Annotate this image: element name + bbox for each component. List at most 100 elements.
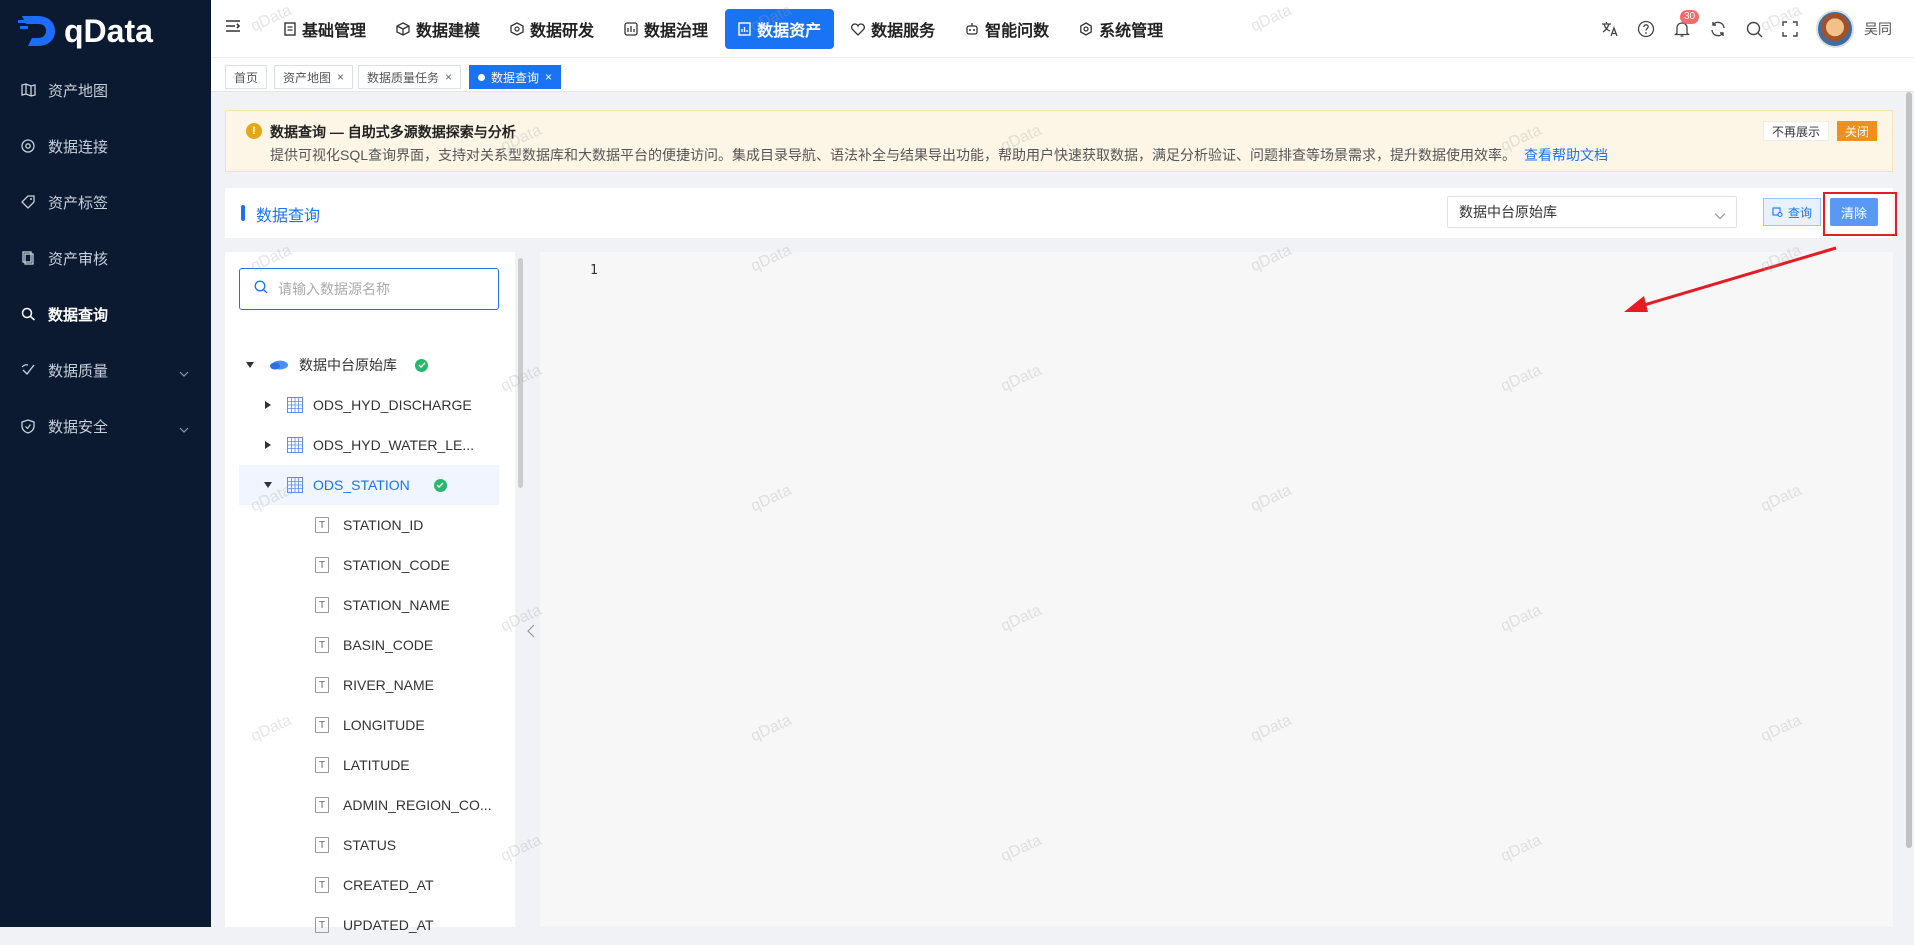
nav-basic-management[interactable]: 基础管理 bbox=[271, 9, 379, 49]
collapse-panel-icon[interactable] bbox=[527, 624, 535, 641]
sidebar-item-label: 数据查询 bbox=[48, 306, 109, 324]
assets-icon bbox=[738, 22, 751, 36]
notice-banner: ! 数据查询 — 自助式多源数据探索与分析 提供可视化SQL查询界面，支持对关系… bbox=[225, 110, 1893, 172]
line-number: 1 bbox=[590, 263, 598, 278]
sidebar-item-asset-audit[interactable]: 资产审核 bbox=[0, 230, 211, 286]
sidebar-item-label: 资产标签 bbox=[48, 194, 109, 212]
tree-node-label: ODS_STATION bbox=[313, 477, 410, 493]
dont-show-again-button[interactable]: 不再展示 bbox=[1763, 121, 1830, 141]
text-field-icon: T bbox=[315, 877, 329, 893]
help-doc-link[interactable]: 查看帮助文档 bbox=[1524, 147, 1608, 163]
tab-label: 资产地图 bbox=[283, 70, 332, 85]
username[interactable]: 吴同 bbox=[1864, 19, 1892, 39]
text-field-icon: T bbox=[315, 637, 329, 653]
nav-smart-query[interactable]: 智能问数 bbox=[952, 9, 1062, 49]
page-scrollbar[interactable] bbox=[1906, 92, 1912, 848]
nav-data-dev[interactable]: 数据研发 bbox=[497, 9, 607, 49]
tree-node-column[interactable]: T RIVER_NAME bbox=[239, 665, 499, 705]
tree-node-label: ODS_HYD_DISCHARGE bbox=[313, 397, 472, 413]
refresh-icon[interactable] bbox=[1708, 19, 1728, 39]
tree-node-label: 数据中台原始库 bbox=[299, 357, 397, 373]
translate-icon[interactable] bbox=[1600, 19, 1620, 39]
nav-label: 基础管理 bbox=[302, 23, 367, 40]
sidebar-item-data-connect[interactable]: 数据连接 bbox=[0, 118, 211, 174]
sidebar-item-asset-tags[interactable]: 资产标签 bbox=[0, 174, 211, 230]
tree-node-label: RIVER_NAME bbox=[343, 677, 435, 693]
tree-node-column[interactable]: T UPDATED_AT bbox=[239, 905, 499, 945]
heart-icon bbox=[851, 22, 866, 36]
close-icon[interactable]: × bbox=[337, 70, 344, 84]
tab-quality-task[interactable]: 数据质量任务 × bbox=[358, 65, 462, 89]
tree-node-column[interactable]: T STATION_ID bbox=[239, 505, 499, 545]
sidebar-item-asset-map[interactable]: 资产地图 bbox=[0, 62, 211, 118]
close-notice-button[interactable]: 关闭 bbox=[1837, 121, 1878, 141]
table-icon bbox=[287, 477, 303, 493]
tree-node-table-selected[interactable]: ODS_STATION bbox=[239, 465, 499, 505]
top-bar: 基础管理 数据建模 数据研发 数据治理 数据资产 数据服务 智能问数 系统管理 … bbox=[211, 0, 1914, 58]
tree-node-root[interactable]: 数据中台原始库 bbox=[239, 345, 499, 385]
nav-system-management[interactable]: 系统管理 bbox=[1066, 9, 1176, 49]
tree-node-label: CREATED_AT bbox=[343, 877, 434, 893]
tab-home[interactable]: 首页 bbox=[225, 65, 268, 89]
close-icon[interactable]: × bbox=[445, 70, 452, 84]
caret-down-icon[interactable] bbox=[261, 482, 275, 488]
tree-node-column[interactable]: T LONGITUDE bbox=[239, 705, 499, 745]
connect-icon bbox=[20, 138, 36, 154]
search-icon[interactable] bbox=[1744, 19, 1764, 39]
avatar[interactable] bbox=[1816, 10, 1854, 48]
tree-scrollbar[interactable] bbox=[518, 258, 523, 488]
tree-node-label: ADMIN_REGION_CO... bbox=[343, 797, 492, 813]
nav-data-assets[interactable]: 数据资产 bbox=[725, 9, 835, 49]
sidebar-item-label: 数据质量 bbox=[48, 362, 109, 380]
hexagon-icon bbox=[510, 22, 524, 36]
tree-node-column[interactable]: T STATUS bbox=[239, 825, 499, 865]
page-title: 数据查询 bbox=[256, 208, 321, 225]
datasource-select[interactable]: 数据中台原始库 bbox=[1447, 196, 1737, 228]
tab-asset-map[interactable]: 资产地图 × bbox=[274, 65, 354, 89]
nav-data-governance[interactable]: 数据治理 bbox=[611, 9, 721, 49]
nav-label: 数据治理 bbox=[644, 23, 709, 40]
help-icon[interactable] bbox=[1636, 19, 1656, 39]
gear-icon bbox=[1079, 22, 1093, 36]
bell-icon[interactable]: 30 bbox=[1672, 10, 1700, 39]
nav-data-modeling[interactable]: 数据建模 bbox=[383, 9, 493, 49]
menu-toggle-icon[interactable] bbox=[225, 19, 241, 38]
tab-data-query[interactable]: 数据查询 × bbox=[469, 65, 562, 89]
caret-right-icon[interactable] bbox=[261, 440, 275, 450]
query-header: 数据查询 数据中台原始库 查询 清除 bbox=[225, 188, 1893, 238]
chevron-down-icon bbox=[1714, 207, 1726, 223]
sidebar-item-label: 资产地图 bbox=[48, 82, 109, 100]
fullscreen-icon[interactable] bbox=[1780, 19, 1800, 39]
search-input[interactable] bbox=[278, 281, 478, 297]
logo[interactable]: qData bbox=[0, 0, 211, 62]
tree-node-column[interactable]: T STATION_NAME bbox=[239, 585, 499, 625]
caret-down-icon[interactable] bbox=[243, 362, 257, 368]
text-field-icon: T bbox=[315, 717, 329, 733]
quality-icon bbox=[20, 362, 36, 378]
tab-label: 首页 bbox=[234, 70, 259, 85]
tree-node-column[interactable]: T CREATED_AT bbox=[239, 865, 499, 905]
tree-node-table[interactable]: ODS_HYD_WATER_LE... bbox=[239, 425, 499, 465]
connected-check-icon bbox=[433, 478, 447, 492]
tree-node-label: STATUS bbox=[343, 837, 397, 853]
sql-editor[interactable]: 1 bbox=[540, 252, 1893, 927]
caret-right-icon[interactable] bbox=[261, 400, 275, 410]
tree-node-column[interactable]: T ADMIN_REGION_CO... bbox=[239, 785, 499, 825]
brand-name: qData bbox=[64, 12, 153, 49]
logo-icon bbox=[18, 16, 55, 46]
sidebar-item-data-query[interactable]: 数据查询 bbox=[0, 286, 211, 342]
tree-node-column[interactable]: T LATITUDE bbox=[239, 745, 499, 785]
notification-badge: 30 bbox=[1680, 10, 1700, 24]
query-button[interactable]: 查询 bbox=[1763, 198, 1821, 226]
close-icon[interactable]: × bbox=[545, 70, 552, 84]
tree-node-table[interactable]: ODS_HYD_DISCHARGE bbox=[239, 385, 499, 425]
datasource-search[interactable] bbox=[239, 268, 499, 310]
nav-data-service[interactable]: 数据服务 bbox=[838, 9, 948, 49]
tree-node-column[interactable]: T BASIN_CODE bbox=[239, 625, 499, 665]
sidebar-item-data-security[interactable]: 数据安全 bbox=[0, 398, 211, 454]
text-field-icon: T bbox=[315, 797, 329, 813]
sidebar-item-data-quality[interactable]: 数据质量 bbox=[0, 342, 211, 398]
sidebar-item-label: 资产审核 bbox=[48, 250, 109, 268]
tree-node-column[interactable]: T STATION_CODE bbox=[239, 545, 499, 585]
text-field-icon: T bbox=[315, 517, 329, 533]
